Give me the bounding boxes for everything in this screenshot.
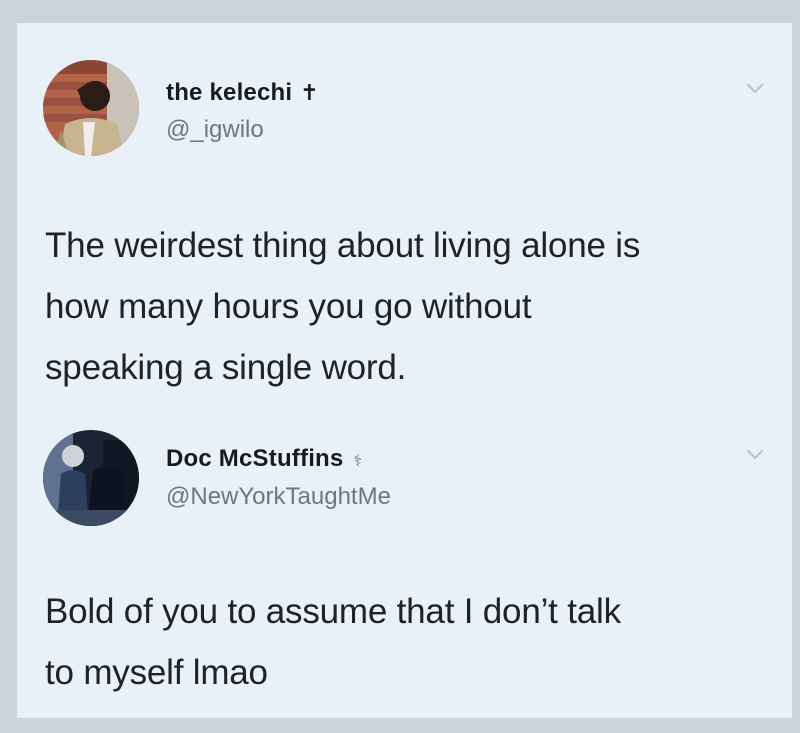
tweet-text-line: how many hours you go without bbox=[45, 287, 532, 326]
chevron-down-icon[interactable] bbox=[745, 448, 765, 462]
tweet-thread-card: the kelechi ✝ @_igwilo The weirdest thing… bbox=[17, 23, 792, 718]
display-name-row: the kelechi ✝ bbox=[166, 79, 319, 107]
tweet-text: The weirdest thing about living alone is… bbox=[45, 215, 775, 398]
user-handle[interactable]: @_igwilo bbox=[166, 116, 264, 144]
chevron-down-icon[interactable] bbox=[745, 82, 765, 96]
avatar-photo bbox=[43, 60, 139, 156]
cross-emoji-icon: ✝ bbox=[300, 80, 319, 105]
tweet-text-line: Bold of you to assume that I don’t talk bbox=[45, 592, 621, 631]
screenshot-frame: the kelechi ✝ @_igwilo The weirdest thing… bbox=[0, 0, 800, 733]
display-name-row: Doc McStuffins ⚕ bbox=[166, 445, 362, 473]
display-name[interactable]: Doc McStuffins bbox=[166, 445, 343, 472]
tweet-text-line: speaking a single word. bbox=[45, 348, 407, 387]
tweet-text-line: The weirdest thing about living alone is bbox=[45, 226, 641, 265]
avatar-photo bbox=[43, 430, 139, 526]
user-handle[interactable]: @NewYorkTaughtMe bbox=[166, 483, 391, 511]
user-avatar[interactable] bbox=[43, 430, 139, 526]
medical-symbol-icon: ⚕ bbox=[353, 453, 363, 470]
tweet-text: Bold of you to assume that I don’t talk … bbox=[45, 581, 775, 703]
user-avatar[interactable] bbox=[43, 60, 139, 156]
tweet-text-line: to myself lmao bbox=[45, 653, 268, 692]
display-name[interactable]: the kelechi bbox=[166, 79, 292, 106]
